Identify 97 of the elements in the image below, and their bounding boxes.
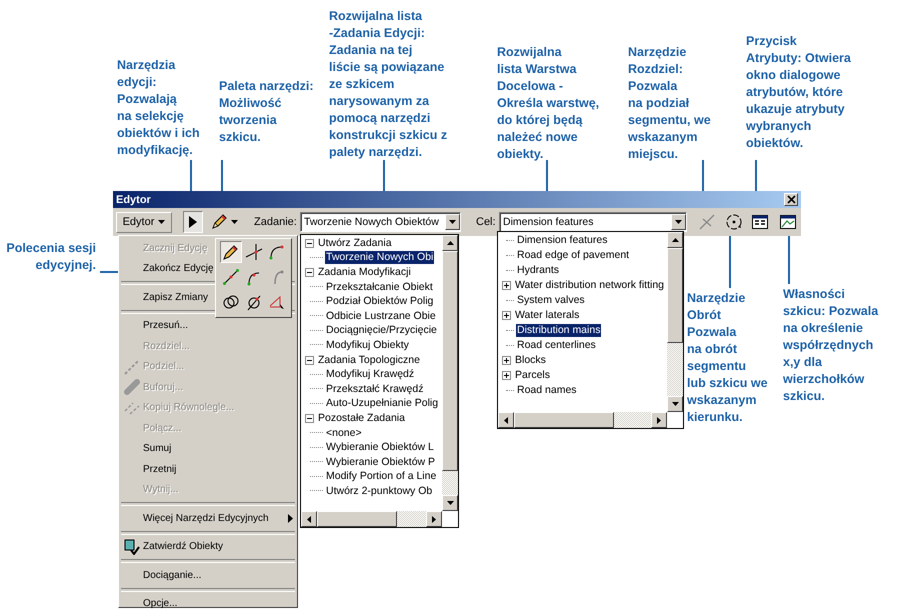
left-arrow-icon[interactable] <box>504 416 508 424</box>
caret-icon <box>158 220 166 224</box>
pencil-icon[interactable] <box>220 241 242 263</box>
parallel-lines-icon <box>124 400 140 416</box>
scroll-thumb[interactable] <box>317 511 397 527</box>
callout-text: Polecenia sesji edycyjnej. <box>6 240 96 274</box>
tree-item[interactable]: Wybieranie Obiektów L <box>325 441 435 454</box>
caret-icon <box>230 220 238 224</box>
collapse-icon[interactable] <box>305 238 314 248</box>
target-layer-dropdown[interactable]: Dimension features <box>499 212 687 232</box>
expand-icon[interactable] <box>502 281 511 290</box>
callout-text: Narzędzie Obrót Pozwala na obrót segmentu lub szkicu we wskazanym kierunku. <box>687 290 768 426</box>
validate-icon <box>124 538 140 554</box>
horizontal-scrollbar[interactable] <box>498 412 667 428</box>
submenu-arrow-icon <box>288 514 293 523</box>
horizontal-scrollbar[interactable] <box>301 511 442 527</box>
menu-item[interactable]: Zatwierdź Obiekty <box>119 536 297 557</box>
collapse-icon[interactable] <box>305 356 314 365</box>
pencil-icon <box>210 214 228 230</box>
task-label: Zadanie: <box>254 216 297 228</box>
select-tool-button[interactable] <box>183 211 203 233</box>
rotate-tool-icon[interactable] <box>725 213 743 231</box>
down-arrow-icon[interactable] <box>446 501 454 505</box>
expand-icon[interactable] <box>502 356 511 365</box>
sketch-tool-icon[interactable] <box>243 241 265 263</box>
tree-item[interactable]: Przekształć Krawędź <box>325 382 424 396</box>
callout-text: Własności szkicu: Pozwala na określenie współrzędnych x,y dla wierzchołków szkicu. <box>783 286 878 405</box>
vertical-scrollbar[interactable] <box>667 232 683 412</box>
tree-item[interactable]: Tworzenie Nowych Obi <box>325 251 434 264</box>
menu-item[interactable]: Więcej Narzędzi Edycyjnych <box>119 508 297 528</box>
tree-item[interactable]: Wybieranie Obiektów P <box>325 456 436 469</box>
tree-item[interactable]: Utwórz 2-punktowy Ob <box>325 484 434 498</box>
scroll-thumb[interactable] <box>514 412 614 428</box>
menu-item[interactable]: Opcje... <box>119 594 297 612</box>
tree-item[interactable]: Modyfikuj Krawędź <box>325 368 416 382</box>
tree-item[interactable]: <none> <box>325 426 363 440</box>
layer-item[interactable]: Water distribution network fitting <box>514 279 666 292</box>
layer-item[interactable]: Parcels <box>514 369 552 382</box>
callout-text: Rozwijalna lista -Zadania Edycji: Zadania na tej liście są powiązane ze szkicem narysowanym za pomocą narzędzi konstrukcji szkicu z palety narzędzi. <box>329 8 448 161</box>
close-button[interactable] <box>784 193 798 206</box>
layer-item[interactable]: Road edge of pavement <box>516 249 630 262</box>
caret-icon <box>675 220 682 224</box>
tree-item[interactable]: Zadania Topologiczne <box>317 354 421 367</box>
leader-line <box>100 271 118 273</box>
target-label: Cel: <box>476 216 496 228</box>
menu-item[interactable]: Przesuń... <box>119 316 297 336</box>
sketch-tool-icon[interactable] <box>220 266 242 288</box>
layer-item[interactable]: Dimension features <box>516 234 608 247</box>
menu-item[interactable]: Zakończ Edycję <box>119 258 297 279</box>
vertical-scrollbar[interactable] <box>442 235 458 511</box>
scroll-thumb[interactable] <box>442 251 458 471</box>
collapse-icon[interactable] <box>305 268 314 277</box>
callout-text: Narzędzie Rozdziel: Pozwala na podział segmentu, we wskazanym miejscu. <box>628 44 711 163</box>
left-arrow-icon[interactable] <box>307 516 311 522</box>
layer-item[interactable]: Blocks <box>514 354 547 367</box>
layer-item[interactable]: System valves <box>516 294 586 307</box>
dotted-line-icon <box>124 358 140 374</box>
tree-item[interactable]: Zadania Modyfikacji <box>317 266 412 279</box>
layer-item[interactable]: Road centerlines <box>516 339 597 352</box>
layer-item[interactable]: Road names <box>516 384 578 397</box>
editor-menu-button[interactable]: Edytor <box>116 212 172 232</box>
callout-text: Paleta narzędzi: Możliwość tworzenia szkicu. <box>219 78 314 146</box>
collapse-icon[interactable] <box>305 414 314 423</box>
layer-item[interactable]: Hydrants <box>516 264 560 277</box>
task-dropdown[interactable]: Tworzenie Nowych Obiektów <box>300 212 461 232</box>
tree-item[interactable]: Auto-Uzupełnianie Polig <box>325 397 440 410</box>
tree-item[interactable]: Dociągnięcie/Przycięcie <box>325 324 438 338</box>
menu-item[interactable]: Sumuj <box>119 438 297 459</box>
sketch-properties-button[interactable] <box>777 213 799 231</box>
up-arrow-icon[interactable] <box>446 241 454 245</box>
tree-item[interactable]: Odbicie Lustrzane Obie <box>325 310 437 323</box>
buffer-icon <box>124 379 140 395</box>
right-arrow-icon[interactable] <box>432 516 436 522</box>
tree-item[interactable]: Podział Obiektów Polig <box>325 295 434 308</box>
down-arrow-icon[interactable] <box>672 402 678 406</box>
attributes-button[interactable] <box>750 213 770 231</box>
callout-text: Rozwijalna lista Warstwa Docelowa - Określa warstwę, do której będą należeć nowe obiekty. <box>497 44 600 163</box>
callout-text: Narzędzia edycji: Pozwalają na selekcję obiektów i ich modyfikację. <box>117 57 200 159</box>
menu-item[interactable]: Przetnij <box>119 459 297 480</box>
tree-item[interactable]: Pozostałe Zadania <box>317 412 406 425</box>
tree-item[interactable]: Modyfikuj Obiekty <box>325 338 410 352</box>
menu-item[interactable]: Zapisz Zmiany <box>119 287 297 308</box>
tree-item[interactable]: Przekształcanie Obiekt <box>325 280 434 294</box>
layer-item[interactable]: Distribution mains <box>516 324 602 337</box>
up-arrow-icon[interactable] <box>672 238 678 242</box>
callout-text: Przycisk Atrybuty: Otwiera okno dialogowe atrybutów, które ukazuje atrybuty wybranych obiektów. <box>746 33 851 152</box>
expand-icon[interactable] <box>502 371 511 380</box>
right-arrow-icon[interactable] <box>657 416 661 424</box>
expand-icon[interactable] <box>502 311 511 320</box>
tree-item[interactable]: Modify Portion of a Line <box>325 470 438 484</box>
tree-item[interactable]: Utwórz Zadania <box>317 236 393 250</box>
pointer-icon <box>188 216 198 228</box>
caret-icon <box>449 220 456 224</box>
layer-item[interactable]: Water laterals <box>514 309 580 322</box>
window-title: Edytor <box>116 194 151 206</box>
scroll-thumb[interactable] <box>667 248 683 343</box>
menu-item[interactable]: Dociąganie... <box>119 565 297 586</box>
